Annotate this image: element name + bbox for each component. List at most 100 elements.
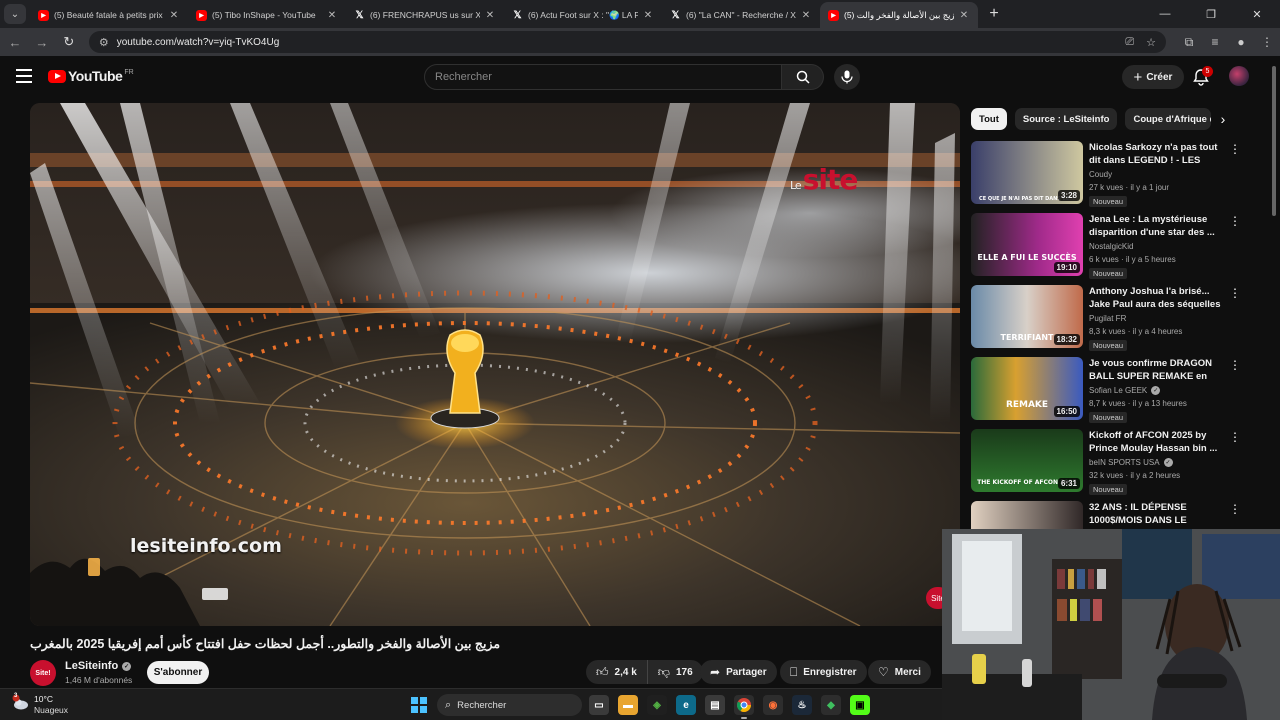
search-button[interactable] <box>782 64 824 90</box>
chip-source[interactable]: Source : LeSiteinfo <box>1014 108 1118 130</box>
recommendation-title[interactable]: Kickoff of AFCON 2025 by Prince Moulay H… <box>1089 429 1225 455</box>
recommendation-item[interactable]: THE KICKOFF OF AFCON 2025 6:31 Kickoff of … <box>971 429 1241 495</box>
extensions-icon[interactable]: ⧉ <box>1176 35 1202 50</box>
firefox-icon[interactable]: ◉ <box>763 695 783 715</box>
file-explorer-icon[interactable]: ▬ <box>618 695 638 715</box>
back-icon[interactable]: ← <box>3 30 27 54</box>
recommendation-channel[interactable]: beIN SPORTS USA ✓ <box>1089 458 1173 467</box>
youtube-icon: ▶ <box>828 9 839 21</box>
channel-name-row[interactable]: LeSiteinfo ✓ <box>65 660 132 672</box>
more-options-icon[interactable]: ⋮ <box>1229 286 1241 300</box>
subscribe-button[interactable]: S'abonner <box>147 661 209 684</box>
thanks-button[interactable]: ♡ Merci <box>868 660 931 684</box>
browser-tab[interactable]: 𝕏 (6) FRENCHRAPUS us sur X : "... ✕ <box>346 2 504 28</box>
chevron-right-icon[interactable]: › <box>1212 108 1234 130</box>
tab-search-icon[interactable]: ⌄ <box>4 4 26 24</box>
channel-name: Coudy <box>1089 170 1113 179</box>
video-thumbnail[interactable]: REMAKE 16:50 <box>971 357 1083 420</box>
video-thumbnail[interactable]: THE KICKOFF OF AFCON 2025 6:31 <box>971 429 1083 492</box>
search-input[interactable]: Rechercher <box>424 64 782 90</box>
browser-tab[interactable]: 𝕏 (6) Actu Foot sur X : "🌍 LA PL... ✕ <box>504 2 662 28</box>
more-options-icon[interactable]: ⋮ <box>1229 502 1241 516</box>
kick-icon[interactable]: ▣ <box>850 695 870 715</box>
xbox-icon[interactable]: ◈ <box>647 695 667 715</box>
chip-all[interactable]: Tout <box>971 108 1007 130</box>
app-icon[interactable]: ◆ <box>821 695 841 715</box>
share-arrow-icon: ➦ <box>710 665 721 679</box>
recommendation-item[interactable]: TERRIFIANT 18:32 Anthony Joshua l'a brisé.… <box>971 285 1241 351</box>
more-options-icon[interactable]: ⋮ <box>1229 214 1241 228</box>
video-player[interactable]: Lesite lesiteinfo.com Site <box>30 103 960 626</box>
recommendation-item[interactable]: ELLE A FUI LE SUCCÈS 19:10 Jena Lee : La m… <box>971 213 1241 279</box>
guide-menu-icon[interactable] <box>16 69 32 83</box>
recommendation-item[interactable]: CE QUE JE N'AI PAS DIT DANS LE... 3:28 Nic… <box>971 141 1241 207</box>
video-thumbnail[interactable]: TERRIFIANT 18:32 <box>971 285 1083 348</box>
recommendation-title[interactable]: Jena Lee : La mystérieuse disparition d'… <box>1089 213 1225 239</box>
plus-icon: + <box>1133 68 1143 86</box>
dislike-button[interactable]: 👎︎ 176 <box>647 660 703 684</box>
close-tab-icon[interactable]: ✕ <box>642 10 654 21</box>
edge-icon[interactable]: e <box>676 695 696 715</box>
chrome-icon[interactable] <box>734 695 754 719</box>
save-button[interactable]: ⎕ Enregistrer <box>780 660 867 684</box>
media-controls-icon[interactable]: ≡ <box>1202 35 1228 50</box>
search-icon <box>796 70 810 84</box>
browser-tab[interactable]: ▶ (5) Beauté fatale à petits prix | ... ✕ <box>30 2 188 28</box>
recommendation-title[interactable]: Je vous confirme DRAGON BALL SUPER REMAK… <box>1089 357 1225 383</box>
recommendation-title[interactable]: Anthony Joshua l'a brisé... Jake Paul au… <box>1089 285 1225 311</box>
browser-tab[interactable]: ▶ (5) Tibo InShape - YouTube ✕ <box>188 2 346 28</box>
create-button[interactable]: + Créer <box>1122 65 1184 89</box>
recommendation-channel[interactable]: Coudy <box>1089 170 1112 179</box>
close-window-icon[interactable]: ✕ <box>1234 0 1280 28</box>
profile-icon[interactable]: ● <box>1228 35 1254 50</box>
site-info-icon[interactable]: ⚙ <box>99 36 109 49</box>
close-tab-icon[interactable]: ✕ <box>168 10 180 21</box>
chip-afcon[interactable]: Coupe d'Afrique des... <box>1125 108 1212 130</box>
account-avatar[interactable] <box>1229 66 1249 86</box>
close-tab-icon[interactable]: ✕ <box>326 10 338 21</box>
new-tab-button[interactable]: + <box>982 2 1006 26</box>
minimize-icon[interactable]: — <box>1142 0 1188 28</box>
new-badge: Nouveau <box>1089 196 1128 207</box>
recommendation-title[interactable]: Nicolas Sarkozy n'a pas tout dit dans LE… <box>1089 141 1225 167</box>
windows-start-icon[interactable] <box>411 697 427 713</box>
browser-tab[interactable]: ▶ (5) مزيج بين الأصالة والفخر والت... ✕ <box>820 2 978 28</box>
cast-icon[interactable]: ⎚ <box>1125 36 1134 49</box>
more-options-icon[interactable]: ⋮ <box>1229 430 1241 444</box>
voice-search-button[interactable] <box>834 64 860 90</box>
reload-icon[interactable]: ↻ <box>57 30 81 54</box>
thumbnail-caption: ELLE A FUI LE SUCCÈS <box>977 253 1077 262</box>
recommendation-item[interactable]: REMAKE 16:50 Je vous confirme DRAGON BALL … <box>971 357 1241 423</box>
close-tab-icon[interactable]: ✕ <box>800 10 812 21</box>
recommendation-channel[interactable]: Pugilat FR <box>1089 314 1126 323</box>
forward-icon[interactable]: → <box>30 30 54 54</box>
channel-name[interactable]: LeSiteinfo <box>65 660 118 672</box>
steam-icon[interactable]: ♨ <box>792 695 812 715</box>
close-tab-icon[interactable]: ✕ <box>484 10 496 21</box>
store-icon[interactable]: ▤ <box>705 695 725 715</box>
weather-widget[interactable]: 3 10°C Nuageux <box>12 693 68 716</box>
maximize-icon[interactable]: ❐ <box>1188 0 1234 28</box>
channel-avatar[interactable]: Site! <box>30 660 56 686</box>
browser-tab[interactable]: 𝕏 (6) "La CAN" - Recherche / X ✕ <box>662 2 820 28</box>
close-tab-icon[interactable]: ✕ <box>958 10 970 21</box>
share-button[interactable]: ➦ Partager <box>700 660 777 684</box>
recommendation-channel[interactable]: NostalgicKid <box>1089 242 1133 251</box>
page-scrollbar[interactable] <box>1270 60 1278 530</box>
recommendation-meta: 8,7 k vues · il y a 13 heures <box>1089 399 1187 408</box>
like-button[interactable]: 👍︎ 2,4 k <box>586 660 648 684</box>
address-bar[interactable]: ⚙ youtube.com/watch?v=yiq-TvKO4Ug ⎚ ☆ <box>88 31 1166 53</box>
task-view-icon[interactable]: ▭ <box>589 695 609 715</box>
bookmark-star-icon[interactable]: ☆ <box>1146 36 1156 49</box>
more-options-icon[interactable]: ⋮ <box>1229 358 1241 372</box>
taskbar-search[interactable]: ⌕ Rechercher <box>437 694 582 716</box>
search-icon: ⌕ <box>445 698 452 711</box>
youtube-logo[interactable]: YouTube FR <box>48 68 134 84</box>
more-options-icon[interactable]: ⋮ <box>1229 142 1241 156</box>
recommendation-meta: 8,3 k vues · il y a 4 heures <box>1089 327 1183 336</box>
video-thumbnail[interactable]: ELLE A FUI LE SUCCÈS 19:10 <box>971 213 1083 276</box>
video-thumbnail[interactable]: CE QUE JE N'AI PAS DIT DANS LE... 3:28 <box>971 141 1083 204</box>
recommendation-title[interactable]: 32 ANS : IL DÉPENSE 1000$/MOIS DANS LE F… <box>1089 501 1225 527</box>
browser-menu-icon[interactable]: ⋮ <box>1254 35 1280 50</box>
recommendation-channel[interactable]: Sofian Le GEEK ✓ <box>1089 386 1161 395</box>
